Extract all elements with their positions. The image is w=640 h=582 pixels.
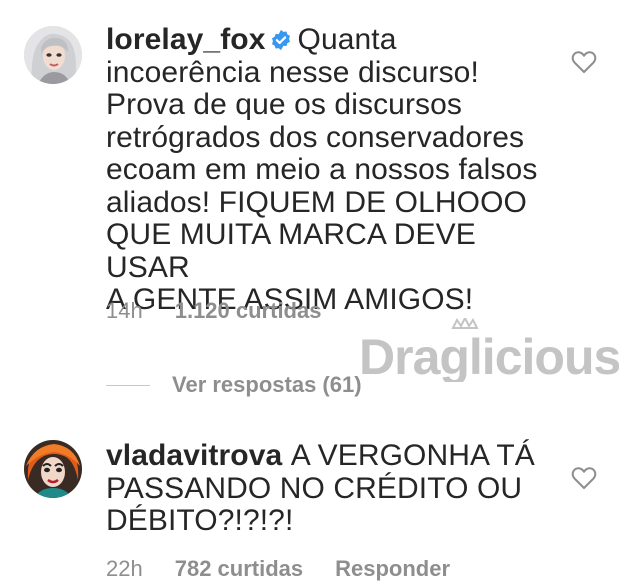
view-replies-label: Ver respostas (61) bbox=[172, 372, 362, 397]
comment-text-line: PASSANDO NO CRÉDITO OU bbox=[106, 471, 523, 505]
comment-body: vladavitrova A VERGONHA TÁ PASSANDO NO C… bbox=[106, 439, 546, 538]
verified-badge-icon bbox=[270, 26, 292, 51]
comment-text-line: retrógrados dos conservadores bbox=[106, 120, 525, 154]
comment-username[interactable]: lorelay_fox bbox=[106, 23, 266, 56]
reply-button[interactable]: Responder bbox=[335, 556, 450, 581]
heart-outline-icon[interactable] bbox=[571, 466, 597, 490]
avatar-lorelay-fox[interactable] bbox=[24, 26, 82, 84]
heart-outline-icon[interactable] bbox=[571, 50, 597, 74]
comment-username[interactable]: vladavitrova bbox=[106, 439, 282, 472]
comment-time: 22h bbox=[106, 556, 143, 581]
comment-text-line: aliados! FIQUEM DE OLHOOO bbox=[106, 185, 527, 219]
comment-text-line: incoerência nesse discurso! bbox=[106, 55, 479, 89]
likes-count[interactable]: 1.120 curtidas bbox=[175, 298, 322, 323]
comment-text-line: A VERGONHA TÁ bbox=[290, 439, 535, 472]
likes-count[interactable]: 782 curtidas bbox=[175, 556, 303, 581]
comment-meta: 22h 782 curtidas Responder bbox=[106, 556, 482, 582]
comment-text-line: DÉBITO?!?!?! bbox=[106, 504, 294, 537]
comment-text-line: ecoam em meio a nossos falsos bbox=[106, 153, 538, 186]
comment-text-line: Quanta bbox=[297, 23, 397, 56]
comment-meta: 14h 1.120 curtidas bbox=[106, 298, 353, 324]
avatar-vladavitrova[interactable] bbox=[24, 440, 82, 498]
replies-divider bbox=[106, 384, 150, 386]
comment-time: 14h bbox=[106, 298, 143, 323]
comment-text-line: Prova de que os discursos bbox=[106, 88, 463, 121]
comment-body: lorelay_fox Quanta incoerência nesse disc… bbox=[106, 23, 546, 317]
draglicious-watermark-logo: Draglicious bbox=[357, 315, 621, 385]
svg-text:Draglicious: Draglicious bbox=[359, 329, 619, 382]
view-replies-button[interactable]: Ver respostas (61) bbox=[106, 372, 362, 398]
comment-text-line: QUE MUITA MARCA DEVE USAR bbox=[106, 218, 476, 284]
